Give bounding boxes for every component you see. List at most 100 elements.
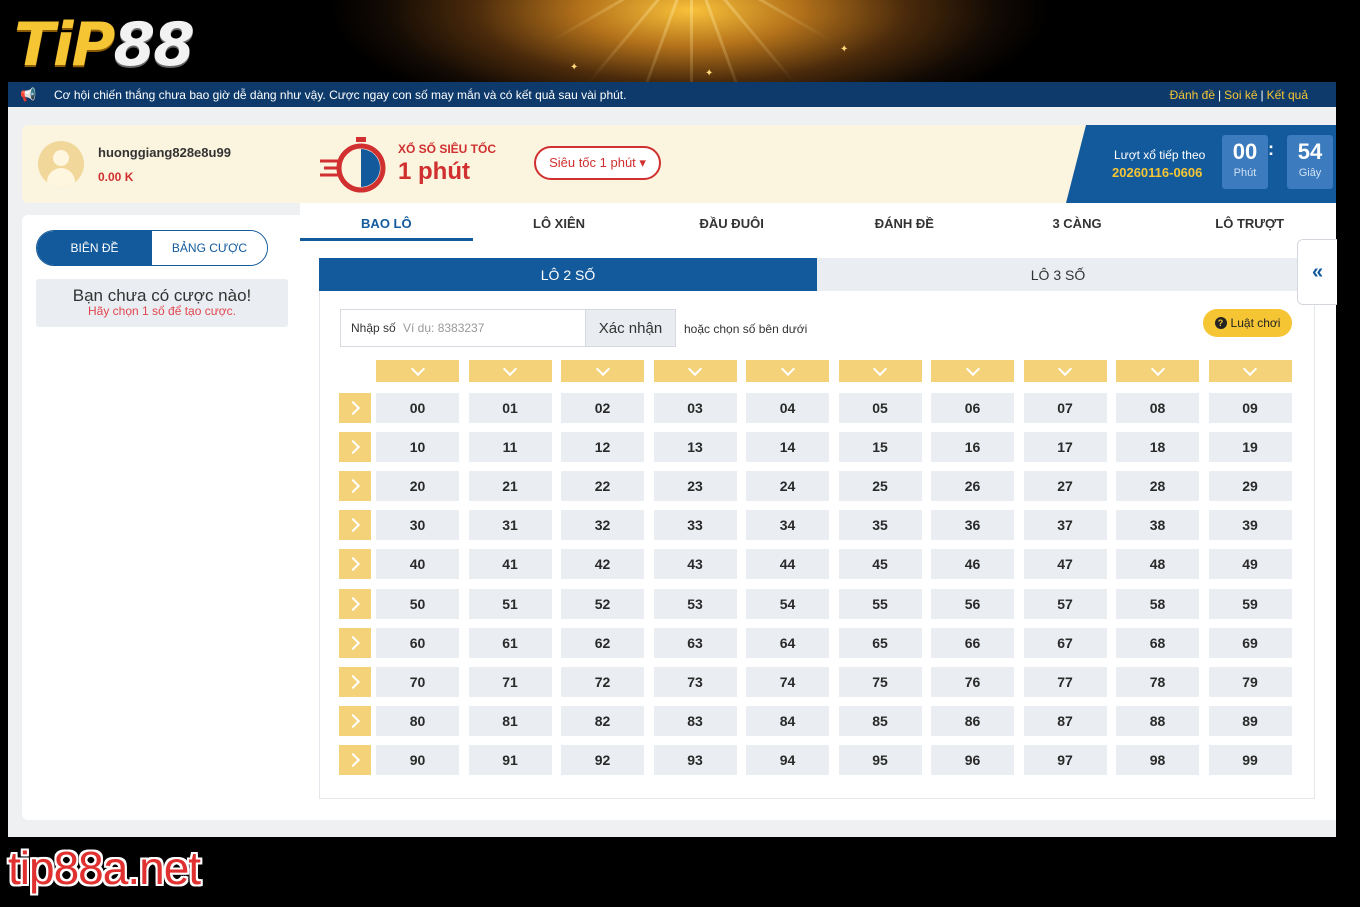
select-column-button[interactable] xyxy=(1023,360,1107,382)
tab-danh-de[interactable]: ĐÁNH ĐỀ xyxy=(818,203,991,243)
number-cell[interactable]: 13 xyxy=(653,432,737,463)
select-column-button[interactable] xyxy=(561,360,644,382)
number-cell[interactable]: 71 xyxy=(468,666,552,697)
select-row-button[interactable] xyxy=(339,588,371,619)
number-cell[interactable]: 64 xyxy=(746,627,829,658)
tab-dau-duoi[interactable]: ĐẦU ĐUÔI xyxy=(645,203,818,243)
number-cell[interactable]: 62 xyxy=(561,627,644,658)
link-soi-ke[interactable]: Soi kê xyxy=(1224,88,1257,102)
number-cell[interactable]: 04 xyxy=(746,393,829,423)
select-column-button[interactable] xyxy=(376,360,459,382)
number-cell[interactable]: 86 xyxy=(931,705,1014,736)
select-row-button[interactable] xyxy=(339,393,371,423)
number-cell[interactable]: 48 xyxy=(1116,549,1199,580)
number-cell[interactable]: 00 xyxy=(376,393,459,423)
select-column-button[interactable] xyxy=(746,360,829,382)
number-cell[interactable]: 33 xyxy=(653,510,737,541)
number-cell[interactable]: 80 xyxy=(376,705,459,736)
number-cell[interactable]: 35 xyxy=(838,510,922,541)
rules-button[interactable]: ? Luật chơi xyxy=(1203,309,1292,337)
number-cell[interactable]: 92 xyxy=(561,744,644,775)
number-cell[interactable]: 43 xyxy=(653,549,737,580)
number-cell[interactable]: 77 xyxy=(1023,666,1107,697)
number-cell[interactable]: 27 xyxy=(1023,471,1107,502)
number-cell[interactable]: 42 xyxy=(561,549,644,580)
number-cell[interactable]: 16 xyxy=(931,432,1014,463)
number-cell[interactable]: 93 xyxy=(653,744,737,775)
tab-bien-de[interactable]: BIÊN ĐỀ xyxy=(37,231,152,265)
collapse-panel-button[interactable]: « xyxy=(1297,239,1337,305)
select-row-button[interactable] xyxy=(339,471,371,502)
number-cell[interactable]: 44 xyxy=(746,549,829,580)
number-cell[interactable]: 70 xyxy=(376,666,459,697)
number-input[interactable] xyxy=(403,321,583,335)
number-cell[interactable]: 67 xyxy=(1023,627,1107,658)
number-cell[interactable]: 49 xyxy=(1208,549,1292,580)
number-cell[interactable]: 63 xyxy=(653,627,737,658)
number-cell[interactable]: 96 xyxy=(931,744,1014,775)
number-cell[interactable]: 79 xyxy=(1208,666,1292,697)
number-cell[interactable]: 82 xyxy=(561,705,644,736)
tab-bao-lo[interactable]: BAO LÔ xyxy=(300,203,473,243)
tab-lo-truot[interactable]: LÔ TRƯỢT xyxy=(1163,203,1336,243)
number-cell[interactable]: 91 xyxy=(468,744,552,775)
number-cell[interactable]: 01 xyxy=(468,393,552,423)
confirm-button[interactable]: Xác nhận xyxy=(585,310,675,346)
number-cell[interactable]: 89 xyxy=(1208,705,1292,736)
number-cell[interactable]: 15 xyxy=(838,432,922,463)
tab-lo-xien[interactable]: LÔ XIÊN xyxy=(473,203,646,243)
tab-bang-cuoc[interactable]: BẢNG CƯỢC xyxy=(152,231,267,265)
select-row-button[interactable] xyxy=(339,510,371,541)
number-cell[interactable]: 87 xyxy=(1023,705,1107,736)
number-cell[interactable]: 46 xyxy=(931,549,1014,580)
number-cell[interactable]: 30 xyxy=(376,510,459,541)
number-cell[interactable]: 73 xyxy=(653,666,737,697)
link-ket-qua[interactable]: Kết quả xyxy=(1267,88,1308,102)
number-cell[interactable]: 60 xyxy=(376,627,459,658)
game-mode-select[interactable]: Siêu tốc 1 phút ▾ xyxy=(534,146,661,180)
select-column-button[interactable] xyxy=(653,360,737,382)
tab-3-cang[interactable]: 3 CÀNG xyxy=(991,203,1164,243)
subtab-lo-2-so[interactable]: LÔ 2 SỐ xyxy=(319,258,817,291)
select-column-button[interactable] xyxy=(931,360,1014,382)
number-cell[interactable]: 26 xyxy=(931,471,1014,502)
number-cell[interactable]: 57 xyxy=(1023,588,1107,619)
number-cell[interactable]: 11 xyxy=(468,432,552,463)
number-cell[interactable]: 41 xyxy=(468,549,552,580)
number-cell[interactable]: 59 xyxy=(1208,588,1292,619)
number-cell[interactable]: 53 xyxy=(653,588,737,619)
number-cell[interactable]: 24 xyxy=(746,471,829,502)
select-row-button[interactable] xyxy=(339,549,371,580)
number-cell[interactable]: 21 xyxy=(468,471,552,502)
number-cell[interactable]: 25 xyxy=(838,471,922,502)
number-cell[interactable]: 05 xyxy=(838,393,922,423)
select-column-button[interactable] xyxy=(1208,360,1292,382)
number-cell[interactable]: 83 xyxy=(653,705,737,736)
number-cell[interactable]: 95 xyxy=(838,744,922,775)
number-cell[interactable]: 12 xyxy=(561,432,644,463)
number-cell[interactable]: 52 xyxy=(561,588,644,619)
number-cell[interactable]: 08 xyxy=(1116,393,1199,423)
brand-logo[interactable]: TiP88 xyxy=(14,14,195,76)
number-cell[interactable]: 75 xyxy=(838,666,922,697)
number-cell[interactable]: 90 xyxy=(376,744,459,775)
number-cell[interactable]: 94 xyxy=(746,744,829,775)
select-row-button[interactable] xyxy=(339,432,371,463)
number-cell[interactable]: 56 xyxy=(931,588,1014,619)
number-cell[interactable]: 45 xyxy=(838,549,922,580)
number-cell[interactable]: 34 xyxy=(746,510,829,541)
number-cell[interactable]: 47 xyxy=(1023,549,1107,580)
number-cell[interactable]: 07 xyxy=(1023,393,1107,423)
number-cell[interactable]: 09 xyxy=(1208,393,1292,423)
number-cell[interactable]: 14 xyxy=(746,432,829,463)
number-cell[interactable]: 10 xyxy=(376,432,459,463)
number-cell[interactable]: 29 xyxy=(1208,471,1292,502)
link-danh-de[interactable]: Đánh đề xyxy=(1170,88,1215,102)
number-cell[interactable]: 03 xyxy=(653,393,737,423)
number-cell[interactable]: 69 xyxy=(1208,627,1292,658)
number-cell[interactable]: 61 xyxy=(468,627,552,658)
number-cell[interactable]: 40 xyxy=(376,549,459,580)
number-cell[interactable]: 36 xyxy=(931,510,1014,541)
select-column-button[interactable] xyxy=(468,360,552,382)
number-cell[interactable]: 23 xyxy=(653,471,737,502)
